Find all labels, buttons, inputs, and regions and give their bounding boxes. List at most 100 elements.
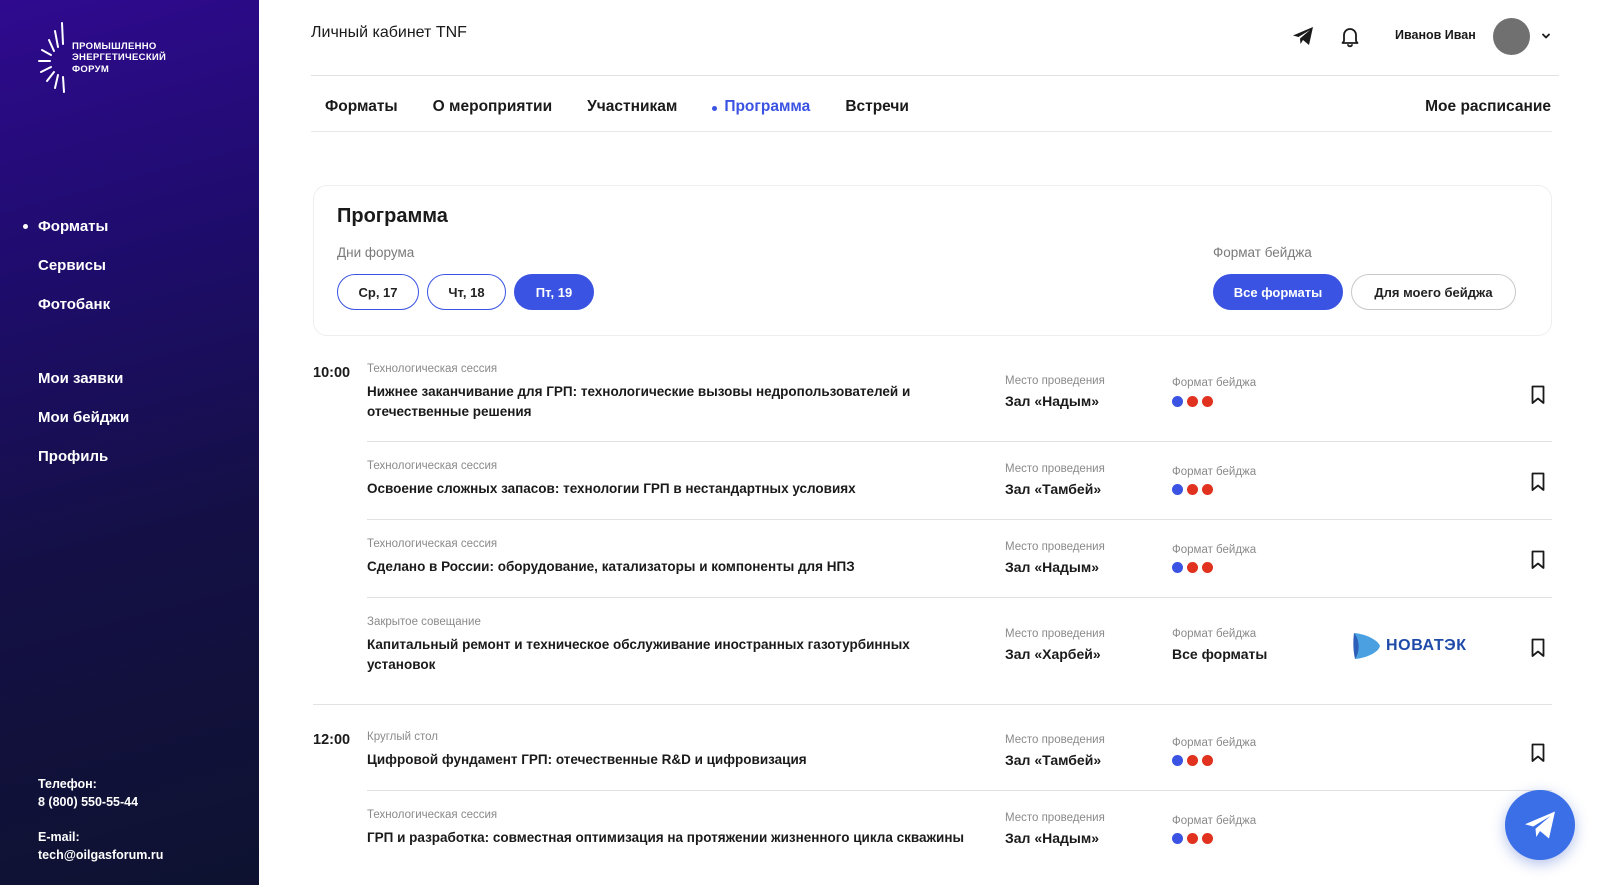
program-filter-card: Программа Дни форума Ср, 17 Чт, 18 Пт, 1…	[313, 185, 1552, 336]
badge-format-label: Формат бейджа	[1172, 737, 1257, 749]
time-slot-divider	[313, 704, 1552, 705]
tab-program[interactable]: Программа	[712, 98, 810, 116]
chevron-down-icon[interactable]	[1540, 30, 1552, 42]
session-title[interactable]: ГРП и разработка: совместная оптимизация…	[367, 828, 977, 848]
sponsor-logo[interactable]: НОВАТЭК	[1352, 630, 1467, 662]
sidebar-item-profile[interactable]: Профиль	[38, 437, 129, 476]
session-divider	[367, 441, 1552, 442]
badge-dot-blue	[1172, 755, 1183, 766]
sidebar-item-my-badges[interactable]: Мои бейджи	[38, 398, 129, 437]
session-title[interactable]: Цифровой фундамент ГРП: отечественные R&…	[367, 750, 927, 770]
session-title[interactable]: Освоение сложных запасов: технологии ГРП…	[367, 479, 927, 499]
phone-label: Телефон:	[38, 777, 97, 791]
badge-dot-red	[1187, 833, 1198, 844]
sponsor-name: НОВАТЭК	[1386, 637, 1467, 654]
bookmark-icon[interactable]	[1531, 472, 1545, 492]
venue-value: Зал «Тамбей»	[1005, 752, 1102, 768]
main-tabs: Форматы О мероприятии Участникам Програм…	[325, 98, 909, 116]
venue-value: Зал «Надым»	[1005, 830, 1100, 846]
phone-link[interactable]: 8 (800) 550-55-44	[38, 793, 163, 811]
session-type: Технологическая сессия	[367, 809, 498, 821]
tabs-divider	[311, 131, 1552, 132]
badge-dot-red	[1187, 755, 1198, 766]
session-row[interactable]: Круглый стол Цифровой фундамент ГРП: оте…	[367, 731, 1552, 789]
sidebar-item-services[interactable]: Сервисы	[38, 246, 110, 285]
badge-dot-blue	[1172, 396, 1183, 407]
sidebar-nav-main: Форматы Сервисы Фотобанк	[22, 207, 110, 324]
bookmark-icon[interactable]	[1531, 550, 1545, 570]
venue-value: Зал «Тамбей»	[1005, 481, 1102, 497]
sidebar-nav-account: Мои заявки Мои бейджи Профиль	[38, 359, 129, 476]
bell-icon[interactable]	[1338, 24, 1362, 48]
venue-label: Место проведения	[1005, 628, 1105, 640]
venue-value: Зал «Надым»	[1005, 393, 1100, 409]
sidebar: ПРОМЫШЛЕННО ЭНЕРГЕТИЧЕСКИЙ ФОРУМ Форматы…	[0, 0, 259, 885]
all-formats-button[interactable]: Все форматы	[1213, 274, 1343, 310]
badge-dot-red	[1187, 562, 1198, 573]
day-button-fri-19[interactable]: Пт, 19	[514, 274, 594, 310]
session-row[interactable]: Технологическая сессия Нижнее заканчиван…	[367, 363, 1552, 443]
logo-line: ЭНЕРГЕТИЧЕСКИЙ	[72, 52, 167, 64]
session-type: Технологическая сессия	[367, 460, 498, 472]
badge-format-label: Формат бейджа	[1172, 628, 1257, 640]
venue-label: Место проведения	[1005, 541, 1105, 553]
telegram-icon[interactable]	[1291, 24, 1315, 48]
venue-value: Зал «Надым»	[1005, 559, 1100, 575]
venue-label: Место проведения	[1005, 375, 1105, 387]
badge-dot-blue	[1172, 484, 1183, 495]
day-button-thu-18[interactable]: Чт, 18	[427, 274, 506, 310]
badge-format-label: Формат бейджа	[1172, 815, 1257, 827]
email-link[interactable]: tech@oilgasforum.ru	[38, 846, 163, 864]
sidebar-item-photobank[interactable]: Фотобанк	[38, 285, 110, 324]
badge-dot-blue	[1172, 562, 1183, 573]
my-badge-button[interactable]: Для моего бейджа	[1351, 274, 1516, 310]
user-name[interactable]: Иванов Иван	[1395, 28, 1476, 42]
email-label: E-mail:	[38, 830, 80, 844]
program-title: Программа	[337, 205, 448, 227]
forum-logo-icon	[38, 22, 65, 93]
session-row[interactable]: Технологическая сессия Сделано в России:…	[367, 538, 1552, 596]
session-row[interactable]: Технологическая сессия ГРП и разработка:…	[367, 809, 1552, 867]
badge-dot-red	[1202, 396, 1213, 407]
session-divider	[367, 519, 1552, 520]
logo-line: ПРОМЫШЛЕННО	[72, 40, 157, 52]
badge-format-label: Формат бейджа	[1172, 377, 1257, 389]
session-row[interactable]: Технологическая сессия Освоение сложных …	[367, 460, 1552, 518]
session-title[interactable]: Сделано в России: оборудование, катализа…	[367, 557, 927, 577]
sidebar-item-formats[interactable]: Форматы	[22, 207, 110, 246]
badge-format-dots	[1172, 833, 1213, 844]
contacts: Телефон: 8 (800) 550-55-44 E-mail: tech@…	[38, 776, 163, 882]
badge-format-dots	[1172, 484, 1213, 495]
novatek-logo-icon	[1353, 633, 1380, 659]
day-button-wed-17[interactable]: Ср, 17	[337, 274, 419, 310]
badge-dot-red	[1202, 833, 1213, 844]
forum-days-label: Дни форума	[337, 245, 415, 260]
sidebar-item-my-requests[interactable]: Мои заявки	[38, 359, 129, 398]
session-row[interactable]: Закрытое совещание Капитальный ремонт и …	[367, 616, 1552, 696]
session-type: Технологическая сессия	[367, 363, 498, 375]
tab-formats[interactable]: Форматы	[325, 98, 398, 116]
bookmark-icon[interactable]	[1531, 385, 1545, 405]
badge-format-label: Формат бейджа	[1172, 466, 1257, 478]
badge-format-label: Формат бейджа	[1172, 544, 1257, 556]
bookmark-icon[interactable]	[1531, 743, 1545, 763]
my-schedule-link[interactable]: Мое расписание	[1425, 98, 1551, 116]
header-divider	[311, 75, 1559, 76]
logo-line: ФОРУМ	[72, 63, 110, 75]
time-slot-label: 10:00	[313, 365, 351, 381]
bookmark-icon[interactable]	[1531, 638, 1545, 658]
badge-format-dots	[1172, 755, 1213, 766]
badge-dot-blue	[1172, 833, 1183, 844]
telegram-chat-button[interactable]	[1505, 790, 1575, 860]
tab-meetings[interactable]: Встречи	[845, 98, 909, 116]
tab-about[interactable]: О мероприятии	[433, 98, 552, 116]
session-title[interactable]: Нижнее заканчивание для ГРП: технологиче…	[367, 382, 927, 422]
session-type: Технологическая сессия	[367, 538, 498, 550]
avatar[interactable]	[1493, 18, 1530, 55]
session-type: Круглый стол	[367, 731, 438, 743]
forum-logo[interactable]: ПРОМЫШЛЕННО ЭНЕРГЕТИЧЕСКИЙ ФОРУМ	[36, 22, 166, 94]
badge-format-filter-label: Формат бейджа	[1213, 245, 1312, 260]
badge-format-dots	[1172, 396, 1213, 407]
tab-participants[interactable]: Участникам	[587, 98, 677, 116]
session-title[interactable]: Капитальный ремонт и техническое обслужи…	[367, 635, 927, 675]
